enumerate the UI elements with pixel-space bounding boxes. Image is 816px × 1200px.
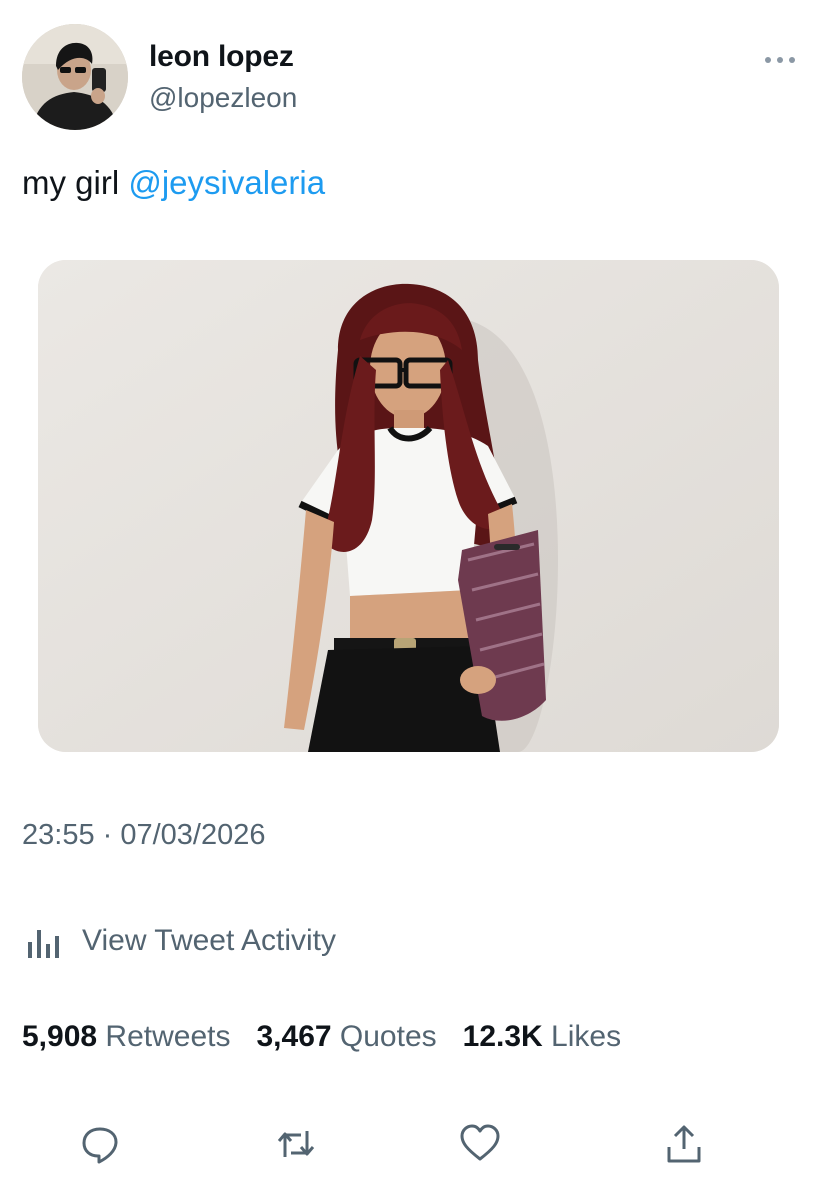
bar-chart-icon — [28, 930, 59, 958]
likes-label: Likes — [551, 1020, 622, 1053]
reply-button[interactable] — [74, 1118, 126, 1170]
mention-link[interactable]: @jeysivaleria — [128, 164, 325, 201]
like-button[interactable] — [454, 1118, 506, 1170]
quotes-stat[interactable]: 3,467 Quotes — [256, 1020, 436, 1054]
tweet-detail: leon lopez @lopezleon my girl @jeysivale… — [0, 0, 816, 1200]
tweet-body: my girl — [22, 164, 120, 201]
tweet-timestamp[interactable]: 23:55 · 07/03/2026 — [22, 819, 265, 852]
retweet-icon — [277, 1131, 315, 1157]
retweets-stat[interactable]: 5,908 Retweets — [22, 1020, 230, 1054]
retweet-button[interactable] — [270, 1118, 322, 1170]
more-horizontal-icon[interactable] — [760, 48, 800, 72]
tweet-text: my girl @jeysivaleria — [22, 163, 325, 203]
photo-illustration — [38, 260, 779, 752]
heart-icon — [460, 1124, 500, 1161]
likes-count: 12.3K — [462, 1020, 543, 1053]
view-tweet-activity-link[interactable]: View Tweet Activity — [22, 918, 336, 964]
display-name[interactable]: leon lopez — [149, 40, 294, 74]
retweets-count: 5,908 — [22, 1020, 98, 1053]
share-button[interactable] — [658, 1118, 710, 1170]
avatar-photo — [22, 24, 128, 130]
likes-stat[interactable]: 12.3K Likes — [463, 1020, 621, 1054]
tweet-photo[interactable] — [38, 260, 779, 752]
quotes-count: 3,467 — [256, 1020, 332, 1053]
share-icon — [667, 1125, 701, 1163]
username-handle[interactable]: @lopezleon — [149, 82, 297, 114]
activity-label: View Tweet Activity — [82, 924, 337, 957]
quotes-label: Quotes — [339, 1020, 437, 1053]
retweets-label: Retweets — [105, 1020, 231, 1053]
reply-icon — [82, 1127, 118, 1164]
avatar[interactable] — [22, 24, 128, 130]
tweet-stats: 5,908 Retweets 3,467 Quotes 12.3K Likes — [22, 1020, 647, 1054]
